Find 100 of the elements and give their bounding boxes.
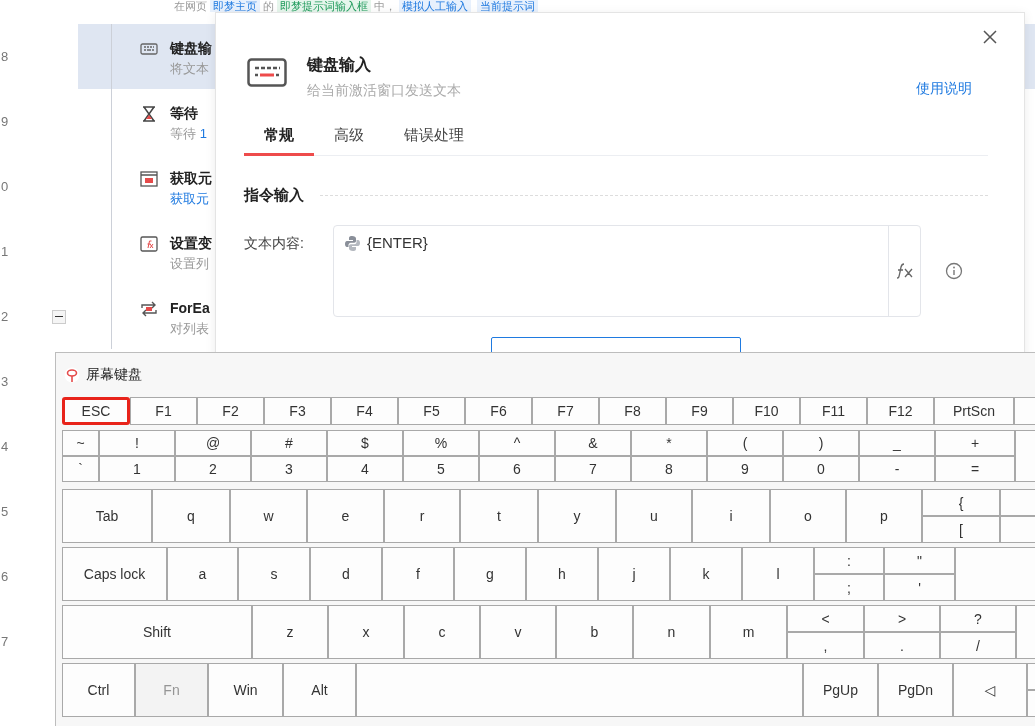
keyboard-key[interactable]: PrtScn	[934, 397, 1014, 425]
keyboard-key[interactable]: Caps lock	[62, 547, 167, 601]
keyboard-key[interactable]: g	[454, 547, 526, 601]
keyboard-key[interactable]: 9	[707, 456, 783, 482]
keyboard-key[interactable]: ~	[62, 430, 99, 456]
keyboard-key[interactable]: %	[403, 430, 479, 456]
function-icon[interactable]	[894, 263, 915, 279]
keyboard-key[interactable]: &	[555, 430, 631, 456]
keyboard-key[interactable]: ?	[940, 605, 1016, 632]
keyboard-key[interactable]: !	[99, 430, 175, 456]
keyboard-key[interactable]: f	[382, 547, 454, 601]
keyboard-key[interactable]: q	[152, 489, 230, 543]
keyboard-key[interactable]: v	[480, 605, 556, 659]
keyboard-key[interactable]: 7	[555, 456, 631, 482]
keyboard-key[interactable]: 6	[479, 456, 555, 482]
keyboard-key[interactable]	[356, 663, 803, 717]
keyboard-key[interactable]: F8	[599, 397, 666, 425]
close-icon[interactable]	[982, 29, 998, 45]
collapse-icon[interactable]	[52, 309, 66, 324]
keyboard-key[interactable]: l	[742, 547, 814, 601]
keyboard-key[interactable]: *	[631, 430, 707, 456]
keyboard-key[interactable]: a	[167, 547, 238, 601]
keyboard-key[interactable]: p	[846, 489, 922, 543]
keyboard-key[interactable]: @	[175, 430, 251, 456]
keyboard-key[interactable]: i	[692, 489, 770, 543]
tab[interactable]: 错误处理	[384, 126, 484, 156]
keyboard-key[interactable]	[955, 547, 1035, 601]
keyboard-key[interactable]: F7	[532, 397, 599, 425]
keyboard-key[interactable]: PgDn	[878, 663, 953, 717]
keyboard-key[interactable]: 3	[251, 456, 327, 482]
keyboard-key[interactable]: 2	[175, 456, 251, 482]
keyboard-key[interactable]: h	[526, 547, 598, 601]
keyboard-key[interactable]: n	[633, 605, 710, 659]
keyboard-key[interactable]: (	[707, 430, 783, 456]
keyboard-key[interactable]: b	[556, 605, 633, 659]
keyboard-key[interactable]: r	[384, 489, 460, 543]
keyboard-key[interactable]: >	[864, 605, 940, 632]
keyboard-key[interactable]: +	[935, 430, 1015, 456]
keyboard-key[interactable]: Win	[208, 663, 283, 717]
keyboard-key[interactable]: =	[935, 456, 1015, 482]
keyboard-key[interactable]: 4	[327, 456, 403, 482]
keyboard-key[interactable]: m	[710, 605, 787, 659]
keyboard-key[interactable]: Alt	[283, 663, 356, 717]
keyboard-key[interactable]: F6	[465, 397, 532, 425]
line-number: 7	[1, 634, 10, 649]
keyboard-key[interactable]: F5	[398, 397, 465, 425]
text-field[interactable]: {ENTER}	[333, 225, 921, 317]
keyboard-key[interactable]: x	[328, 605, 404, 659]
keyboard-key[interactable]: ESC	[62, 397, 130, 425]
tab[interactable]: 高级	[314, 126, 384, 156]
keyboard-key[interactable]: 0	[783, 456, 859, 482]
keyboard-key[interactable]: F4	[331, 397, 398, 425]
keyboard-key[interactable]: ;	[814, 574, 884, 601]
info-icon[interactable]	[945, 262, 963, 280]
keyboard-key[interactable]: e	[307, 489, 384, 543]
keyboard-key[interactable]: t	[460, 489, 538, 543]
keyboard-key[interactable]: PgUp	[803, 663, 878, 717]
keyboard-key[interactable]: -	[859, 456, 935, 482]
keyboard-key[interactable]: '	[884, 574, 955, 601]
keyboard-key[interactable]: {	[922, 489, 1000, 516]
keyboard-key[interactable]: F12	[867, 397, 934, 425]
function-icon	[140, 235, 158, 253]
keyboard-key[interactable]: ,	[787, 632, 864, 659]
keyboard-key[interactable]: F11	[800, 397, 867, 425]
keyboard-key[interactable]: j	[598, 547, 670, 601]
keyboard-key[interactable]: ^	[479, 430, 555, 456]
keyboard-key[interactable]: F3	[264, 397, 331, 425]
keyboard-key[interactable]: 8	[631, 456, 707, 482]
keyboard-key[interactable]: $	[327, 430, 403, 456]
keyboard-key[interactable]: F1	[130, 397, 197, 425]
keyboard-key[interactable]: )	[783, 430, 859, 456]
keyboard-key[interactable]: `	[62, 456, 99, 482]
keyboard-key[interactable]: Shift	[62, 605, 252, 659]
keyboard-key[interactable]: <	[787, 605, 864, 632]
keyboard-key[interactable]: F9	[666, 397, 733, 425]
help-link[interactable]: 使用说明	[916, 80, 972, 98]
keyboard-key[interactable]: .	[864, 632, 940, 659]
keyboard-key[interactable]: F10	[733, 397, 800, 425]
keyboard-key[interactable]: y	[538, 489, 616, 543]
keyboard-key[interactable]: u	[616, 489, 692, 543]
keyboard-key[interactable]: c	[404, 605, 480, 659]
keyboard-key[interactable]: ◁	[953, 663, 1027, 717]
keyboard-key[interactable]: s	[238, 547, 310, 601]
keyboard-key[interactable]: w	[230, 489, 307, 543]
keyboard-key[interactable]: F2	[197, 397, 264, 425]
keyboard-key[interactable]: k	[670, 547, 742, 601]
keyboard-key[interactable]: :	[814, 547, 884, 574]
keyboard-key[interactable]: z	[252, 605, 328, 659]
keyboard-key[interactable]: [	[922, 516, 1000, 543]
keyboard-key[interactable]: /	[940, 632, 1016, 659]
keyboard-key[interactable]: 5	[403, 456, 479, 482]
keyboard-key[interactable]: _	[859, 430, 935, 456]
keyboard-key[interactable]: o	[770, 489, 846, 543]
keyboard-key[interactable]: "	[884, 547, 955, 574]
keyboard-key[interactable]: Ctrl	[62, 663, 135, 717]
tab[interactable]: 常规	[244, 126, 314, 156]
keyboard-key[interactable]: d	[310, 547, 382, 601]
keyboard-key[interactable]: 1	[99, 456, 175, 482]
keyboard-key[interactable]: #	[251, 430, 327, 456]
keyboard-key[interactable]: Tab	[62, 489, 152, 543]
